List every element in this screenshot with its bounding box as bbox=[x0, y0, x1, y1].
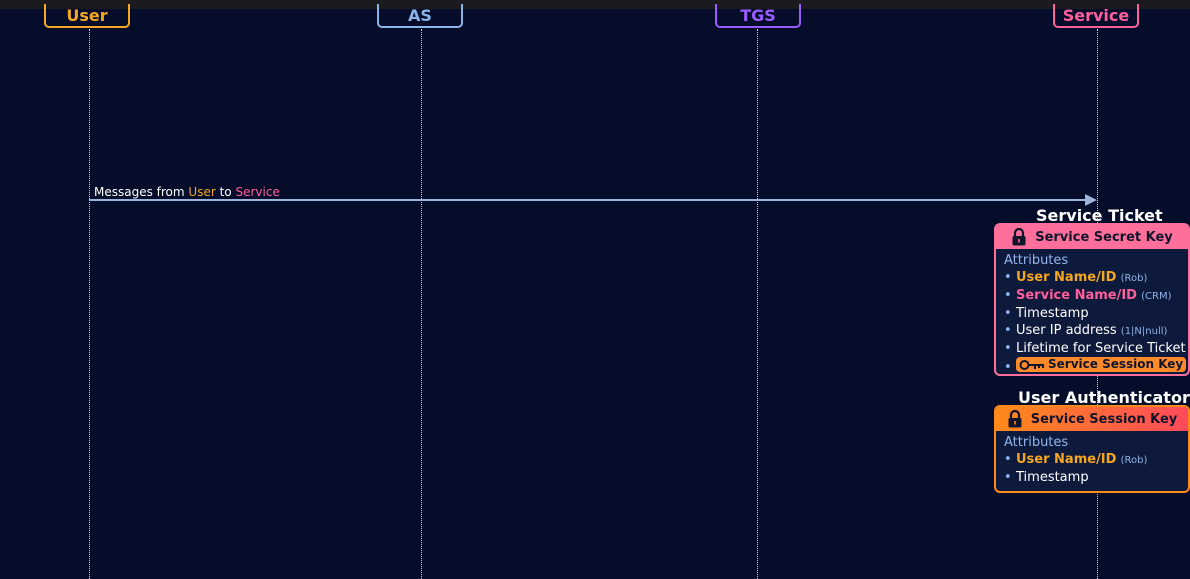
message-from: User bbox=[188, 185, 216, 199]
service-secret-key-label: Service Secret Key bbox=[1035, 229, 1173, 245]
message-to: Service bbox=[235, 185, 280, 199]
message-arrow-head bbox=[1085, 194, 1097, 206]
message-arrow-line bbox=[89, 199, 1085, 201]
actor-service: Service bbox=[1053, 4, 1139, 28]
service-ticket-attributes-label: Attributes bbox=[1004, 253, 1069, 268]
actor-user: User bbox=[44, 4, 130, 28]
user-authenticator-attr-timestamp: • Timestamp bbox=[1004, 470, 1089, 485]
lifeline-tgs bbox=[757, 29, 758, 579]
service-session-key-label: Service Session Key bbox=[1030, 411, 1178, 427]
service-ticket-header: Service Secret Key bbox=[996, 225, 1188, 249]
lock-icon bbox=[1012, 228, 1026, 246]
service-ticket-attr-user-name: • User Name/ID (Rob) bbox=[1004, 270, 1148, 285]
message-prefix: Messages from bbox=[94, 185, 189, 199]
service-ticket-attr-timestamp: • Timestamp bbox=[1004, 306, 1089, 321]
user-authenticator-card: Service Session Key Attributes • User Nam… bbox=[994, 405, 1190, 493]
key-icon bbox=[1019, 359, 1044, 370]
service-ticket-card: Service Secret Key Attributes • User Name… bbox=[994, 223, 1190, 376]
actor-tgs-label: TGS bbox=[740, 6, 776, 25]
user-authenticator-header: Service Session Key bbox=[996, 407, 1188, 431]
message-label: Messages from User to Service bbox=[94, 185, 280, 199]
lock-icon bbox=[1008, 410, 1022, 428]
actor-tgs: TGS bbox=[715, 4, 801, 28]
actor-as-label: AS bbox=[408, 6, 432, 25]
lifeline-as bbox=[421, 29, 422, 579]
service-session-key-pill: Service Session Key bbox=[1016, 357, 1187, 372]
service-ticket-attr-user-ip: • User IP address (1|N|null) bbox=[1004, 323, 1168, 338]
user-authenticator-attributes-label: Attributes bbox=[1004, 435, 1069, 450]
actor-user-label: User bbox=[66, 6, 108, 25]
message-mid: to bbox=[215, 185, 236, 199]
top-bar bbox=[0, 0, 1190, 9]
service-ticket-attr-service-name: • Service Name/ID (CRM) bbox=[1004, 288, 1172, 303]
user-authenticator-attr-user-name: • User Name/ID (Rob) bbox=[1004, 452, 1148, 467]
service-ticket-attr-session-key: • Service Session Key bbox=[1004, 357, 1187, 374]
actor-service-label: Service bbox=[1062, 6, 1130, 25]
service-ticket-body: Attributes • User Name/ID (Rob) • Service … bbox=[996, 249, 1188, 374]
user-authenticator-body: Attributes • User Name/ID (Rob) • Timestam… bbox=[996, 431, 1188, 486]
actor-as: AS bbox=[377, 4, 463, 28]
lifeline-user bbox=[89, 29, 90, 579]
service-ticket-attr-lifetime: • Lifetime for Service Ticket bbox=[1004, 341, 1186, 356]
